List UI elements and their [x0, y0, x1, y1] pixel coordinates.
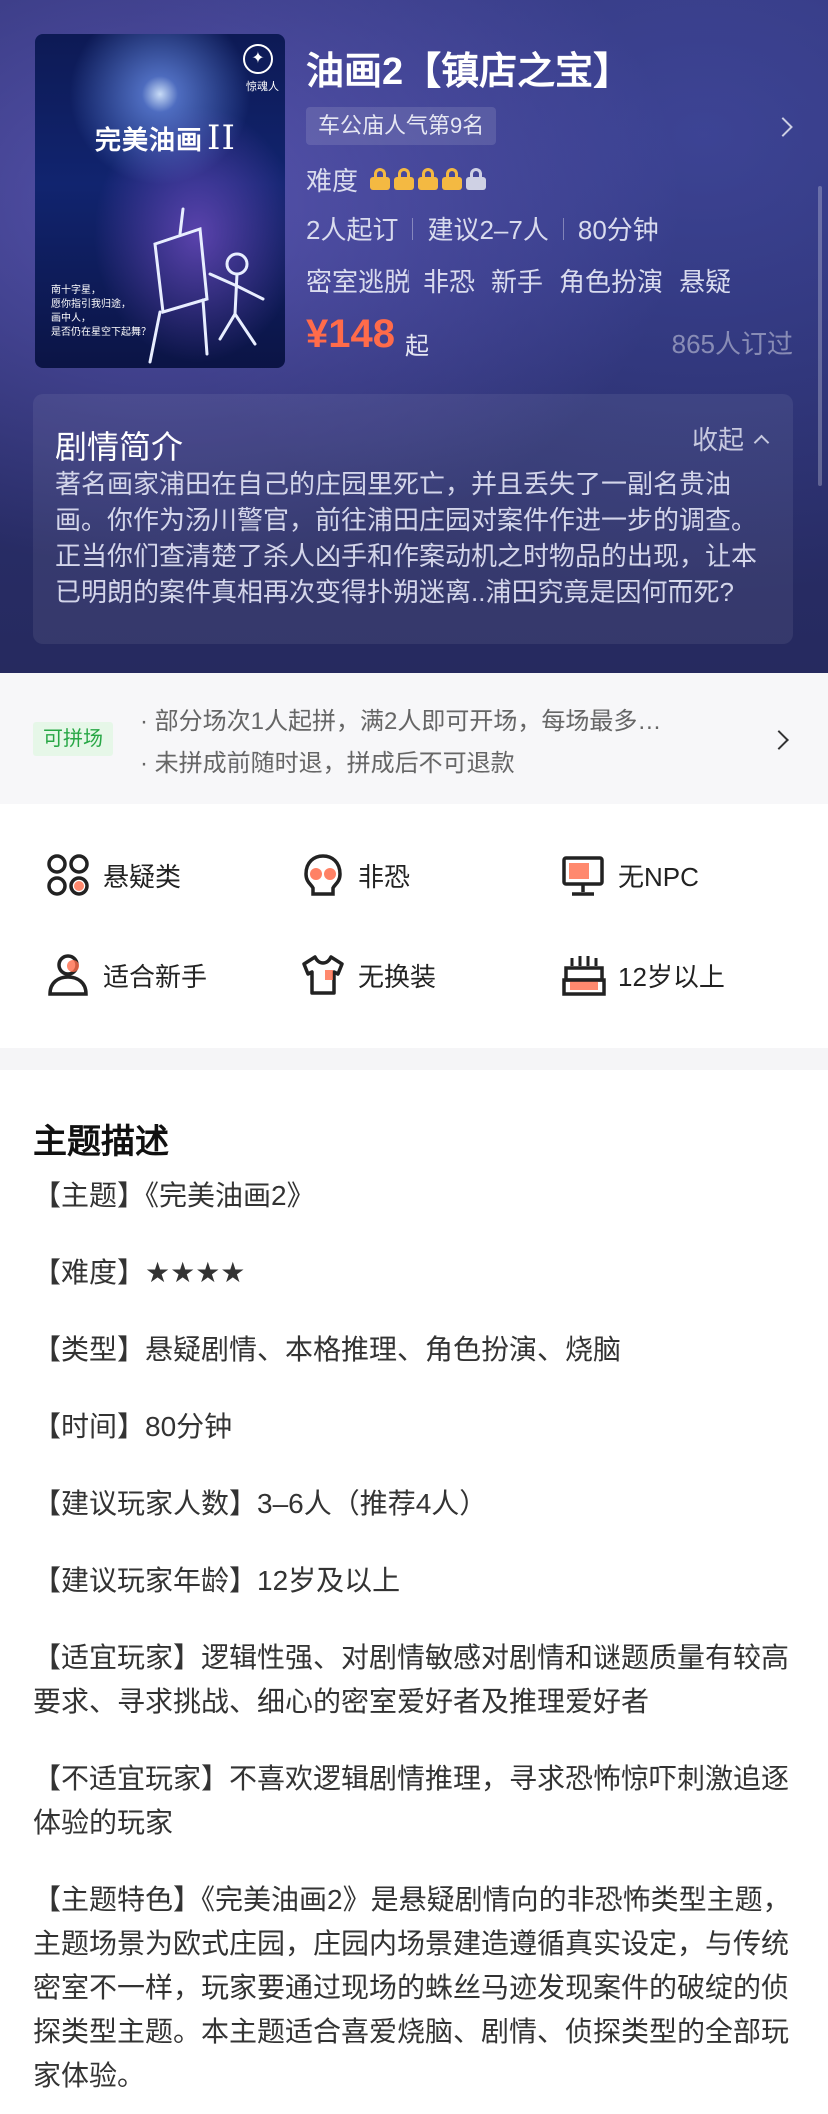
story-title: 剧情简介: [55, 429, 184, 465]
lock-icon: [466, 168, 487, 190]
feature-label: 非恐: [358, 861, 411, 892]
divider: [562, 217, 564, 240]
collapse-label: 收起: [691, 425, 744, 455]
story-text: 著名画家浦田在自己的庄园里死亡，并且丢失了一副名贵油画。你作为汤川警官，前往浦田…: [55, 469, 758, 607]
difficulty-row: 难度: [306, 160, 487, 198]
theme-description: 主题描述 【主题】《完美油画2》 【难度】★★★★ 【类型】悬疑剧情、本格推理、…: [0, 1070, 828, 2114]
skull-icon: [304, 854, 342, 896]
poster-slogan: 南十字星， 愿你指引我归途， 画中人， 是否仍在星空下起舞？: [51, 285, 151, 338]
hero-section: ✦ 惊魂人 完美油画 II 南十字星， 愿你指引我归途， 画中人， 是否仍在星空下…: [0, 0, 828, 673]
pool-badge: 可拼场: [33, 722, 113, 756]
pool-banner[interactable]: 可拼场 · 部分场次1人起拼，满2人即可开场，每场最多… · 未拼成前随时退，拼…: [0, 673, 828, 804]
tag-non-horror: 非恐: [423, 267, 476, 297]
feature-label: 适合新手: [103, 961, 208, 992]
desc-players: 【建议玩家人数】3–6人（推荐4人）: [33, 1488, 488, 1519]
lock-icon: [442, 168, 463, 190]
feature-beginner: 适合新手: [45, 952, 207, 998]
difficulty-locks: [370, 168, 487, 190]
desc-theme: 【主题】《完美油画2》: [33, 1180, 315, 1211]
page-title: 油画2【镇店之宝】: [306, 51, 632, 93]
feature-no-npc: 无NPC: [560, 852, 699, 898]
poster-title: 完美油画 II: [95, 118, 236, 158]
tag-beginner: 新手: [491, 267, 544, 297]
feature-age: 12岁以上: [560, 952, 725, 998]
duration: 80分钟: [577, 215, 659, 245]
lock-icon: [370, 168, 391, 190]
pool-rule-2: · 未拼成前随时退，拼成后不可退款: [140, 750, 515, 777]
tag-roleplay: 角色扮演: [559, 267, 664, 297]
collapse-button[interactable]: 收起: [691, 420, 770, 457]
description-body: 【主题】《完美油画2》 【难度】★★★★ 【类型】悬疑剧情、本格推理、角色扮演、…: [33, 1174, 795, 2114]
feature-grid: 悬疑类 非恐 无NPC 适合新手 无换装 12岁以上: [0, 804, 828, 1048]
brand-logo-icon: ✦: [243, 44, 273, 74]
rank-badge[interactable]: 车公庙人气第9名: [306, 107, 497, 145]
price: ¥148: [306, 312, 395, 356]
feature-label: 12岁以上: [618, 961, 725, 992]
desc-unsuitable: 【不适宜玩家】不喜欢逻辑剧情推理，寻求恐怖惊吓刺激追逐体验的玩家: [33, 1763, 790, 1838]
lock-icon: [418, 168, 439, 190]
min-players: 2人起订: [306, 215, 399, 245]
tag-mystery: 悬疑: [679, 267, 732, 297]
feature-label: 无换装: [358, 961, 437, 992]
suggested-players: 建议2–7人: [427, 215, 549, 245]
pool-rule-1: · 部分场次1人起拼，满2人即可开场，每场最多…: [140, 708, 662, 735]
feature-mystery: 悬疑类: [45, 852, 181, 898]
feature-label: 无NPC: [618, 861, 699, 892]
feature-no-costume: 无换装: [300, 952, 436, 998]
chevron-right-icon[interactable]: [769, 730, 789, 750]
chevron-right-icon[interactable]: [773, 117, 793, 137]
feature-non-horror: 非恐: [300, 852, 410, 898]
section-title: 主题描述: [33, 1123, 169, 1161]
lock-icon: [394, 168, 415, 190]
scrollbar[interactable]: [818, 186, 822, 486]
story-panel: 剧情简介 收起 著名画家浦田在自己的庄园里死亡，并且丢失了一副名贵油画。你作为汤…: [33, 394, 793, 644]
tag-row: 密室逃脱 非恐 新手 角色扮演 悬疑: [306, 262, 731, 299]
poster-image[interactable]: ✦ 惊魂人 完美油画 II 南十字星， 愿你指引我归途， 画中人， 是否仍在星空下…: [35, 34, 285, 368]
meta-row: 2人起订 建议2–7人 80分钟: [306, 210, 659, 247]
poster-logo-text: 惊魂人: [246, 81, 279, 93]
feature-label: 悬疑类: [103, 861, 182, 892]
puzzle-icon: [47, 854, 89, 896]
chevron-up-icon: [753, 434, 770, 451]
desc-difficulty: 【难度】★★★★: [33, 1257, 246, 1288]
person-icon: [48, 954, 88, 996]
booked-count: 865人订过: [671, 329, 793, 359]
desc-suitable: 【适宜玩家】逻辑性强、对剧情敏感对剧情和谜题质量有较高要求、寻求挑战、细心的密室…: [33, 1642, 790, 1717]
section-divider: [0, 1048, 828, 1070]
monitor-icon: [562, 856, 604, 896]
cake-icon: [562, 956, 606, 996]
divider: [412, 217, 414, 240]
shirt-icon: [302, 955, 344, 995]
tag-escape-room: 密室逃脱: [306, 267, 411, 297]
difficulty-label: 难度: [306, 165, 359, 196]
divider: [408, 269, 410, 292]
desc-time: 【时间】80分钟: [33, 1411, 233, 1442]
desc-type: 【类型】悬疑剧情、本格推理、角色扮演、烧脑: [33, 1334, 622, 1365]
desc-age: 【建议玩家年龄】12岁及以上: [33, 1565, 401, 1596]
price-suffix: 起: [405, 333, 429, 360]
desc-features: 【主题特色】《完美油画2》是悬疑剧情向的非恐怖类型主题，主题场景为欧式庄园，庄园…: [33, 1884, 791, 2091]
